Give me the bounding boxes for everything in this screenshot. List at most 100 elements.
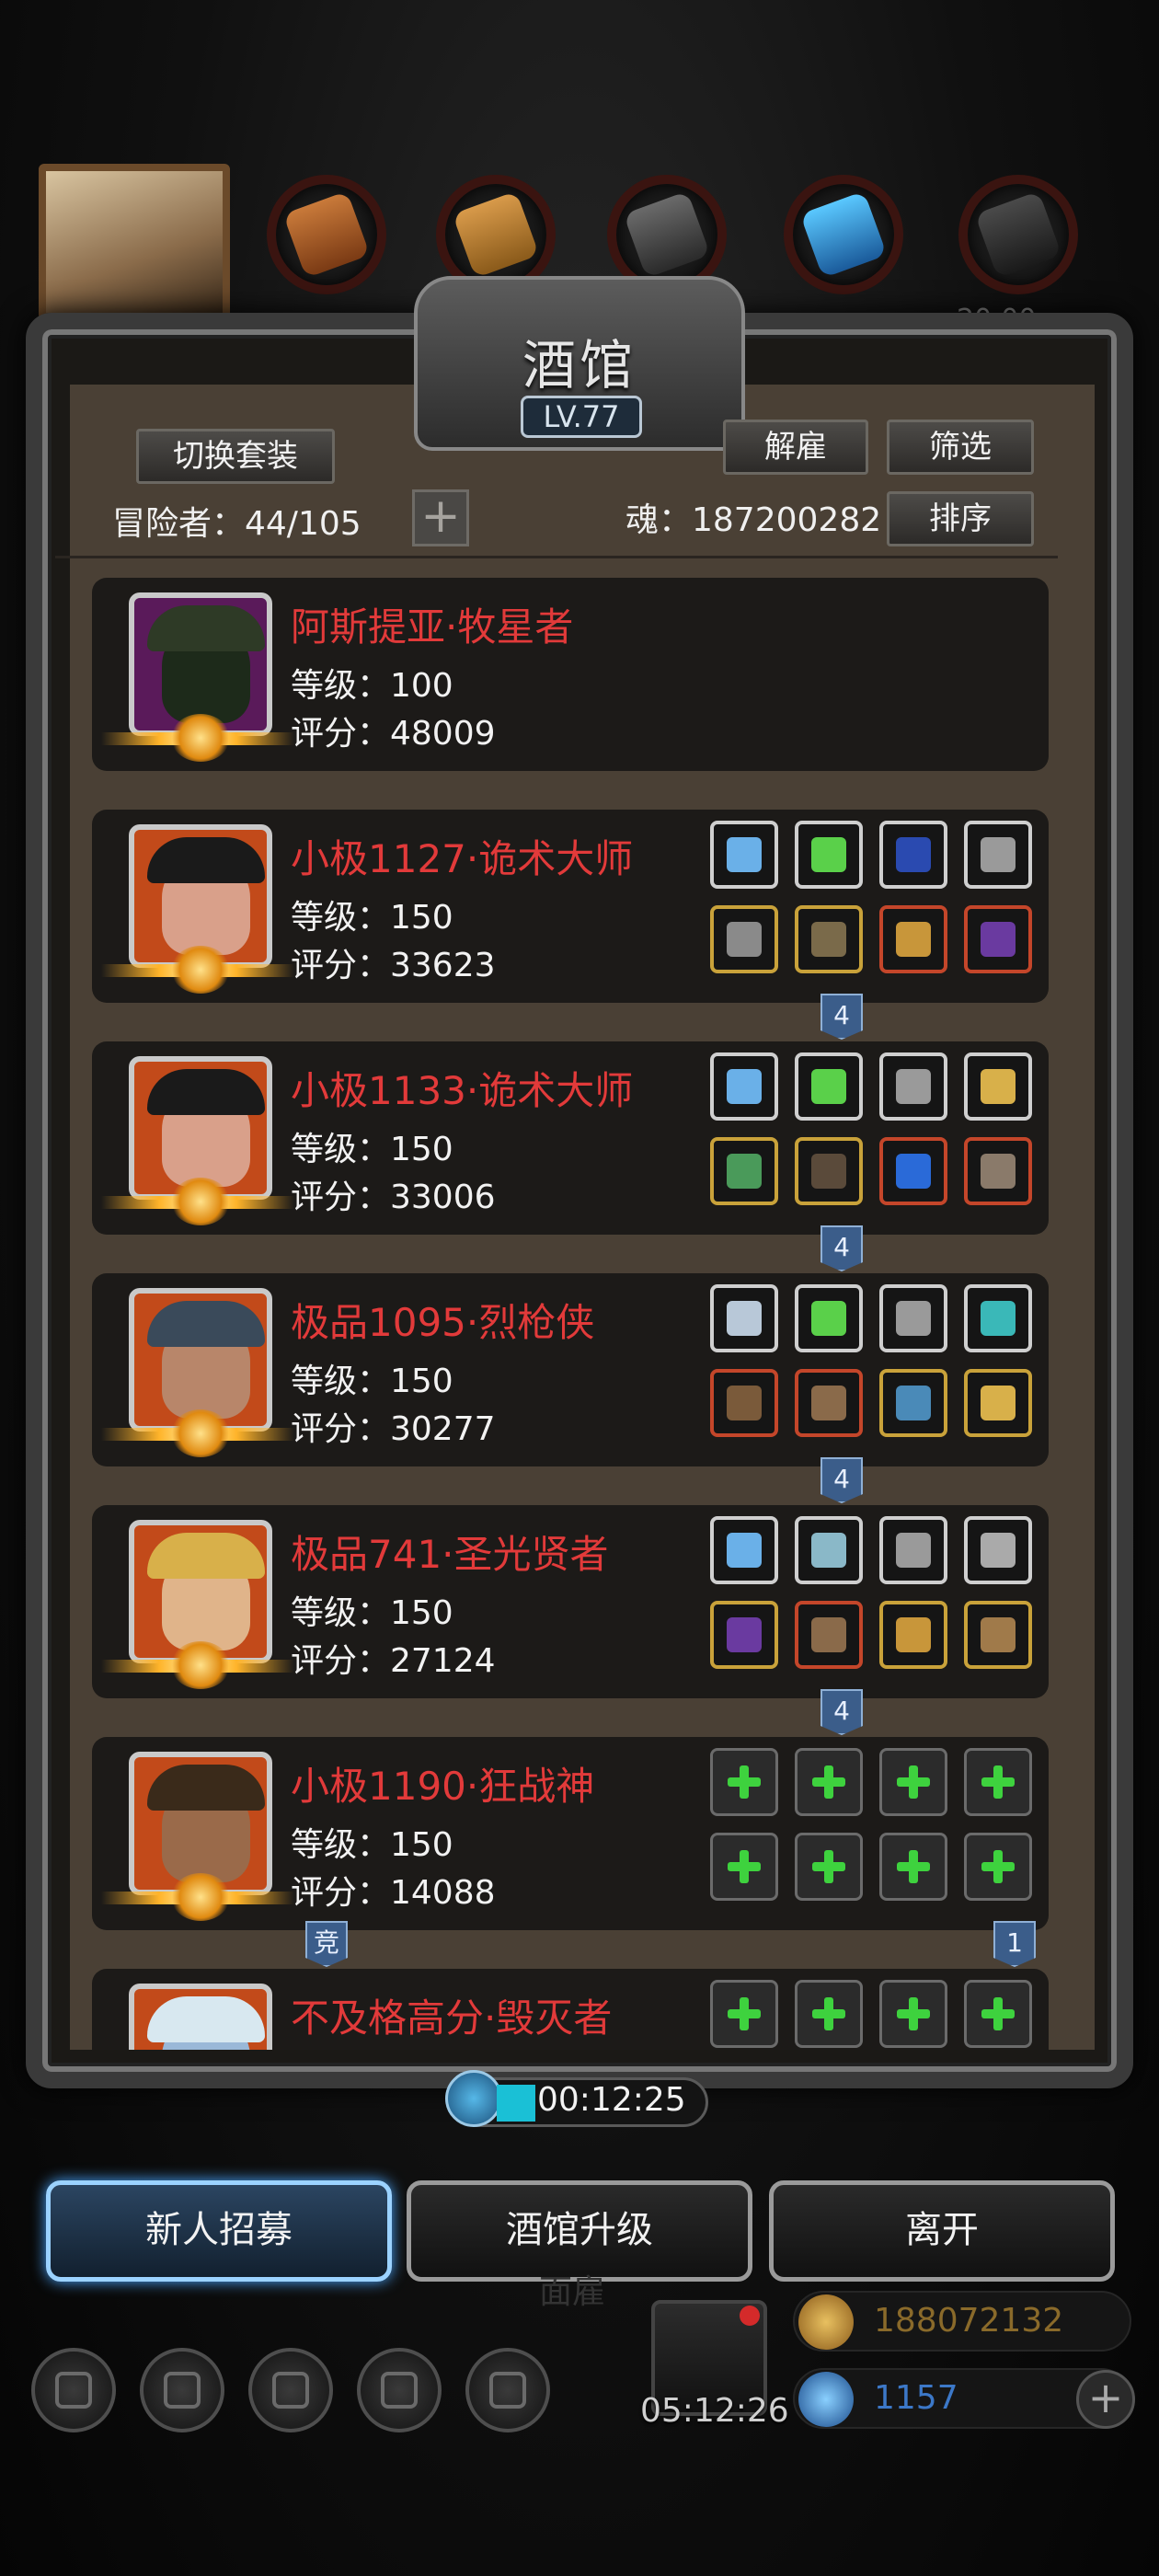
equipment-slot-icon[interactable] xyxy=(710,1516,778,1584)
hero-avatar xyxy=(129,1984,272,2050)
hero-level: 等级：150 xyxy=(291,1826,453,1864)
hero-name: 小极1127·诡术大师 xyxy=(291,836,634,881)
empty-slot-plus-icon[interactable] xyxy=(710,1980,778,2048)
rank-emblem-icon xyxy=(171,946,230,994)
equipment-slot-icon[interactable] xyxy=(710,821,778,889)
equipment-slot-icon[interactable] xyxy=(710,1137,778,1205)
settings-icon[interactable] xyxy=(31,2348,116,2432)
add-diamond-button[interactable]: + xyxy=(1076,2370,1135,2429)
leave-button[interactable]: 离开 xyxy=(769,2180,1115,2282)
expand-capacity-button[interactable]: + xyxy=(412,489,469,546)
equipment-count-badge: 4 xyxy=(820,994,863,1040)
equipment-slot-icon[interactable] xyxy=(879,1137,947,1205)
equipment-slot-icon[interactable] xyxy=(964,1052,1032,1121)
empty-slot-plus-icon[interactable] xyxy=(710,1833,778,1901)
equipment-slot-icon[interactable] xyxy=(964,905,1032,973)
equipment-slot-icon[interactable] xyxy=(964,821,1032,889)
clock-icon xyxy=(445,2070,502,2127)
crystal-resource-icon[interactable] xyxy=(784,175,903,294)
equipment-slot-icon[interactable] xyxy=(879,1516,947,1584)
equipment-grid xyxy=(710,1052,1038,1218)
equipment-slot-icon[interactable] xyxy=(964,1284,1032,1352)
equipment-slot-icon[interactable] xyxy=(795,1052,863,1121)
empty-slot-plus-icon[interactable] xyxy=(879,1748,947,1816)
equipment-slot-icon[interactable] xyxy=(879,1601,947,1669)
hero-card[interactable]: 小极1133·诡术大师 等级：150 评分：33006 xyxy=(92,1041,1049,1235)
rank-emblem-icon xyxy=(171,1178,230,1225)
hero-card[interactable]: 小极1190·狂战神 等级：150 评分：14088 xyxy=(92,1737,1049,1930)
equipment-slot-icon[interactable] xyxy=(795,1284,863,1352)
hero-card[interactable]: 不及格高分·毁灭者 xyxy=(92,1969,1049,2050)
empty-slot-plus-icon[interactable] xyxy=(964,1980,1032,2048)
shop-icon[interactable] xyxy=(465,2348,550,2432)
equipment-grid xyxy=(710,1980,1038,2050)
adventurer-count: 冒险者：44/105 xyxy=(112,505,361,543)
mail-icon[interactable] xyxy=(357,2348,442,2432)
hero-card[interactable]: 极品1095·烈枪侠 等级：150 评分：30277 xyxy=(92,1273,1049,1466)
notification-dot xyxy=(740,2306,760,2326)
player-portrait[interactable] xyxy=(39,164,230,320)
hero-name: 极品1095·烈枪侠 xyxy=(291,1300,595,1345)
hero-card[interactable]: 小极1127·诡术大师 等级：150 评分：33623 xyxy=(92,810,1049,1003)
sort-button[interactable]: 排序 xyxy=(887,491,1034,546)
rank-emblem-icon xyxy=(171,1641,230,1689)
guild-icon[interactable] xyxy=(248,2348,333,2432)
equipment-slot-icon[interactable] xyxy=(879,1284,947,1352)
empty-slot-plus-icon[interactable] xyxy=(964,1748,1032,1816)
equipment-grid xyxy=(710,1284,1038,1450)
hero-level: 等级：150 xyxy=(291,899,453,937)
stone-resource-icon[interactable] xyxy=(958,175,1078,294)
empty-slot-plus-icon[interactable] xyxy=(964,1833,1032,1901)
hero-level: 等级：150 xyxy=(291,1131,453,1168)
equipment-slot-icon[interactable] xyxy=(964,1369,1032,1437)
hero-card[interactable]: 极品741·圣光贤者 等级：150 评分：27124 xyxy=(92,1505,1049,1698)
equipment-grid xyxy=(710,1748,1038,1914)
equipment-slot-icon[interactable] xyxy=(795,1137,863,1205)
hero-list: 阿斯提亚·牧星者 等级：100 评分：48009 小极1127·诡术大师 等级：… xyxy=(92,578,1049,2050)
switch-outfit-button[interactable]: 切换套装 xyxy=(136,429,335,484)
empty-slot-plus-icon[interactable] xyxy=(879,1980,947,2048)
recruit-button[interactable]: 新人招募 xyxy=(46,2180,392,2282)
empty-slot-plus-icon[interactable] xyxy=(795,1748,863,1816)
equipment-slot-icon[interactable] xyxy=(795,1601,863,1669)
equipment-slot-icon[interactable] xyxy=(879,1052,947,1121)
equipment-slot-icon[interactable] xyxy=(879,1369,947,1437)
hero-score: 评分：33623 xyxy=(291,947,496,984)
equipment-slot-icon[interactable] xyxy=(795,1516,863,1584)
empty-slot-plus-icon[interactable] xyxy=(795,1833,863,1901)
leather-resource-icon[interactable] xyxy=(267,175,386,294)
hero-card[interactable]: 阿斯提亚·牧星者 等级：100 评分：48009 xyxy=(92,578,1049,771)
equipment-slot-icon[interactable] xyxy=(879,821,947,889)
equipment-slot-icon[interactable] xyxy=(795,905,863,973)
hero-name: 阿斯提亚·牧星者 xyxy=(291,604,574,650)
timer-progress-fill xyxy=(497,2085,535,2122)
filter-button[interactable]: 筛选 xyxy=(887,420,1034,475)
equipment-slot-icon[interactable] xyxy=(710,1052,778,1121)
empty-slot-plus-icon[interactable] xyxy=(879,1833,947,1901)
hero-score: 评分：27124 xyxy=(291,1642,496,1680)
empty-slot-plus-icon[interactable] xyxy=(795,1980,863,2048)
equipment-slot-icon[interactable] xyxy=(964,1516,1032,1584)
equipment-count-badge: 4 xyxy=(820,1689,863,1735)
equipment-slot-icon[interactable] xyxy=(710,1284,778,1352)
gift-timer: 05:12:26 xyxy=(640,2392,789,2430)
equipment-slot-icon[interactable] xyxy=(795,821,863,889)
equipment-slot-icon[interactable] xyxy=(795,1369,863,1437)
equipment-slot-icon[interactable] xyxy=(710,1601,778,1669)
hero-level: 等级：100 xyxy=(291,667,453,705)
hero-score: 评分：30277 xyxy=(291,1410,496,1448)
gold-coin-icon xyxy=(798,2294,854,2350)
dismiss-button[interactable]: 解雇 xyxy=(723,420,868,475)
equipment-slot-icon[interactable] xyxy=(964,1601,1032,1669)
equipment-grid xyxy=(710,1516,1038,1682)
empty-slot-plus-icon[interactable] xyxy=(710,1748,778,1816)
equipment-slot-icon[interactable] xyxy=(710,905,778,973)
hero-level: 等级：150 xyxy=(291,1363,453,1400)
achievement-icon[interactable] xyxy=(140,2348,224,2432)
equipment-slot-icon[interactable] xyxy=(964,1137,1032,1205)
equipment-count-badge: 1 xyxy=(993,1921,1036,1967)
equipment-slot-icon[interactable] xyxy=(879,905,947,973)
equipment-slot-icon[interactable] xyxy=(710,1369,778,1437)
hero-name: 极品741·圣光贤者 xyxy=(291,1532,609,1577)
recruit-timer: 00:12:25 xyxy=(537,2081,686,2119)
